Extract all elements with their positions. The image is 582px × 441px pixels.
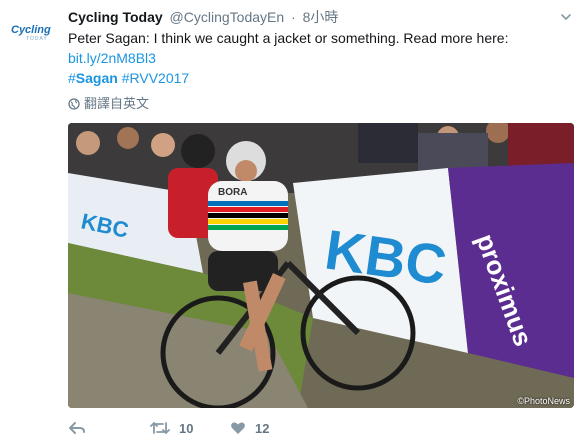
- tweet-action-bar: 10 12: [68, 418, 269, 438]
- like-count: 12: [255, 420, 270, 436]
- author-handle[interactable]: @CyclingTodayEn: [170, 9, 285, 25]
- hashtag-sagan-hash: #: [68, 70, 76, 86]
- retweet-icon: [150, 422, 170, 434]
- tweet-header: Cycling Today @CyclingTodayEn · 8小時: [68, 8, 574, 26]
- globe-icon: [68, 98, 80, 110]
- jersey-sponsor-text: BORA: [218, 187, 247, 198]
- tweet-link[interactable]: bit.ly/2nM8Bl3: [68, 50, 156, 66]
- author-avatar[interactable]: Cycling TODAY: [10, 20, 58, 42]
- retweet-button[interactable]: 10: [150, 421, 230, 436]
- avatar-logo-text: Cycling: [11, 24, 51, 36]
- author-name[interactable]: Cycling Today: [68, 9, 163, 25]
- hashtag-rvv2017[interactable]: #RVV2017: [122, 70, 189, 86]
- avatar-logo-subtext: TODAY: [26, 36, 48, 42]
- like-button[interactable]: 12: [230, 421, 269, 436]
- retweet-count: 10: [179, 420, 194, 436]
- header-separator: ·: [291, 9, 296, 25]
- photo-watermark: ©PhotoNews: [517, 396, 570, 406]
- tweet-photo[interactable]: KBC KBC proximus BORA ©PhotoNews: [68, 123, 574, 408]
- hashtag-rvv2017-tag: RVV2017: [129, 70, 190, 86]
- hashtag-sagan-tag: Sagan: [75, 70, 118, 86]
- cyclists-photo-illustration: KBC KBC proximus BORA: [68, 123, 574, 408]
- reply-icon: [69, 422, 85, 434]
- reply-button[interactable]: [68, 421, 150, 435]
- tweet-text-line: Peter Sagan: I think we caught a jacket …: [68, 30, 509, 46]
- hashtag-rvv2017-hash: #: [121, 70, 130, 86]
- heart-icon: [231, 422, 245, 434]
- tweet-content: Cycling Today @CyclingTodayEn · 8小時 Pete…: [68, 8, 574, 112]
- tweet-timestamp[interactable]: 8小時: [303, 9, 339, 25]
- translate-label: 翻譯自英文: [84, 96, 150, 111]
- translate-link[interactable]: 翻譯自英文: [68, 96, 574, 112]
- hashtag-sagan[interactable]: #Sagan: [68, 70, 118, 86]
- tweet-text: Peter Sagan: I think we caught a jacket …: [68, 28, 574, 88]
